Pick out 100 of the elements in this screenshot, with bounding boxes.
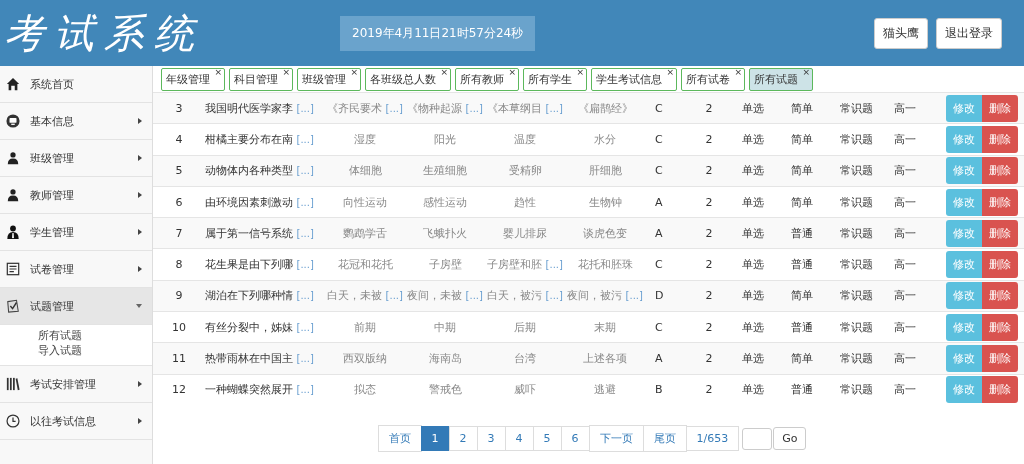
table-cell-text: 简单 xyxy=(790,351,814,366)
tab[interactable]: 所有试卷 × xyxy=(681,68,745,91)
table-cell-text: C xyxy=(654,101,664,115)
more-link[interactable]: [...] xyxy=(296,290,314,302)
more-link[interactable]: [...] xyxy=(296,196,314,208)
close-icon[interactable]: × xyxy=(508,67,516,77)
close-icon[interactable]: × xyxy=(440,67,448,77)
more-link[interactable]: [...] xyxy=(296,102,314,114)
person-tie-icon xyxy=(6,225,20,239)
user-button[interactable]: 猫头鹰 xyxy=(874,17,928,49)
more-link[interactable]: [...] xyxy=(465,102,483,114)
table-cell-text: 体细胞 xyxy=(347,163,383,179)
page-input[interactable] xyxy=(742,427,773,450)
more-link[interactable]: [...] xyxy=(385,102,403,114)
table-cell-text: 单选 xyxy=(741,163,765,179)
delete-button[interactable]: 删除 xyxy=(982,251,1018,279)
more-link[interactable]: [...] xyxy=(296,384,314,396)
table-cell-text: 威吓 xyxy=(513,382,537,398)
tab[interactable]: 科目管理 × xyxy=(229,68,293,91)
sidebar-item[interactable]: 学生管理 xyxy=(0,214,152,251)
more-link[interactable]: [...] xyxy=(296,321,314,333)
delete-button[interactable]: 删除 xyxy=(982,282,1018,310)
more-link[interactable]: [...] xyxy=(296,133,314,145)
delete-button[interactable]: 删除 xyxy=(982,376,1018,404)
table-cell-text: 普通 xyxy=(790,382,814,398)
page-link[interactable]: 首页 xyxy=(377,425,422,452)
logout-button[interactable]: 退出登录 xyxy=(936,17,1002,49)
more-link[interactable]: [...] xyxy=(465,290,483,302)
more-link[interactable]: [...] xyxy=(385,290,403,302)
tab[interactable]: 所有学生 × xyxy=(523,68,587,91)
sidebar-item[interactable]: 班级管理 xyxy=(0,140,152,177)
page-link[interactable]: 2 xyxy=(448,426,478,451)
sidebar-item[interactable]: 以往考试信息 xyxy=(0,403,152,440)
close-icon[interactable]: × xyxy=(802,67,810,77)
close-icon[interactable]: × xyxy=(282,67,290,77)
tab[interactable]: 各班级总人数 × xyxy=(365,68,451,91)
close-icon[interactable]: × xyxy=(734,67,742,77)
tab[interactable]: 年级管理 × xyxy=(161,68,225,91)
tab[interactable]: 班级管理 × xyxy=(297,68,361,91)
sidebar-subitem[interactable]: 所有试题 xyxy=(38,328,152,343)
more-link[interactable]: [...] xyxy=(296,227,314,239)
go-button[interactable]: Go xyxy=(773,427,807,450)
table-cell-text: A xyxy=(654,226,664,240)
table-cell-text: 花冠和花托 xyxy=(336,257,394,273)
more-link[interactable]: [...] xyxy=(545,102,563,114)
sidebar-item[interactable]: 考试安排管理 xyxy=(0,366,152,403)
table-cell-text: 热带雨林在中国主 [...] xyxy=(205,351,315,366)
table-cell-text: 生殖细胞 xyxy=(422,163,468,179)
delete-button[interactable]: 删除 xyxy=(982,345,1018,372)
table-cell-text: 西双版纳 xyxy=(342,351,388,366)
more-link[interactable]: [...] xyxy=(296,259,314,271)
table-cell-text: 单选 xyxy=(741,225,765,241)
sidebar-item[interactable]: 试题管理 xyxy=(0,288,152,325)
page-link[interactable]: 1 xyxy=(420,426,450,451)
table-cell-text: 鹦鹉学舌 xyxy=(342,225,388,241)
delete-button[interactable]: 删除 xyxy=(982,125,1018,153)
delete-button[interactable]: 删除 xyxy=(982,313,1018,341)
table-cell-text: 常识题 xyxy=(838,319,874,335)
table-cell-text: 白天，未被 [...] xyxy=(326,288,404,304)
table-cell-text: 高一 xyxy=(893,351,917,366)
table-cell-text: 常识题 xyxy=(838,288,874,304)
table-cell-text: 普通 xyxy=(790,319,814,335)
page-link[interactable]: 4 xyxy=(504,426,534,451)
more-link[interactable]: [...] xyxy=(545,259,563,271)
table-cell-text: 台湾 xyxy=(513,351,537,366)
close-icon[interactable]: × xyxy=(576,67,584,77)
table-cell-text: 阳光 xyxy=(433,131,457,147)
close-icon[interactable]: × xyxy=(214,67,222,77)
more-link[interactable]: [...] xyxy=(296,165,314,177)
page-link[interactable]: 尾页 xyxy=(642,425,687,452)
table-cell-text: 常识题 xyxy=(838,194,874,210)
more-link[interactable]: [...] xyxy=(625,290,643,302)
sidebar-item[interactable]: 教师管理 xyxy=(0,177,152,214)
tab[interactable]: 学生考试信息 × xyxy=(591,68,677,91)
delete-button[interactable]: 删除 xyxy=(982,219,1018,247)
page-link[interactable]: 6 xyxy=(560,426,590,451)
table-cell-text: 逃避 xyxy=(593,382,617,398)
table-cell-text: 向性运动 xyxy=(342,194,388,210)
delete-button[interactable]: 删除 xyxy=(982,157,1018,185)
more-link[interactable]: [...] xyxy=(296,353,314,364)
close-icon[interactable]: × xyxy=(350,67,358,77)
table-cell-text: 2 xyxy=(704,226,714,240)
table-cell-text: 《物种起源 [...] xyxy=(406,100,484,116)
more-link[interactable]: [...] xyxy=(545,290,563,302)
table-cell-text: 单选 xyxy=(741,288,765,304)
page-link[interactable]: 5 xyxy=(532,426,562,451)
page-link[interactable]: 3 xyxy=(476,426,506,451)
table-cell-text: A xyxy=(654,352,664,365)
table-cell-text: 高一 xyxy=(893,131,917,147)
sidebar-item[interactable]: 基本信息 xyxy=(0,103,152,140)
tab[interactable]: 所有教师 × xyxy=(455,68,519,91)
sidebar-subitem[interactable]: 导入试题 xyxy=(38,343,152,358)
table-cell-text: C xyxy=(654,258,664,272)
close-icon[interactable]: × xyxy=(666,67,674,77)
page-link[interactable]: 下一页 xyxy=(588,425,644,452)
table-cell-text: 2 xyxy=(704,289,714,303)
tab[interactable]: 所有试题 × xyxy=(749,68,813,91)
delete-button[interactable]: 删除 xyxy=(982,188,1018,216)
sidebar-item[interactable]: 系统首页 xyxy=(0,66,152,103)
delete-button[interactable]: 删除 xyxy=(982,94,1018,122)
